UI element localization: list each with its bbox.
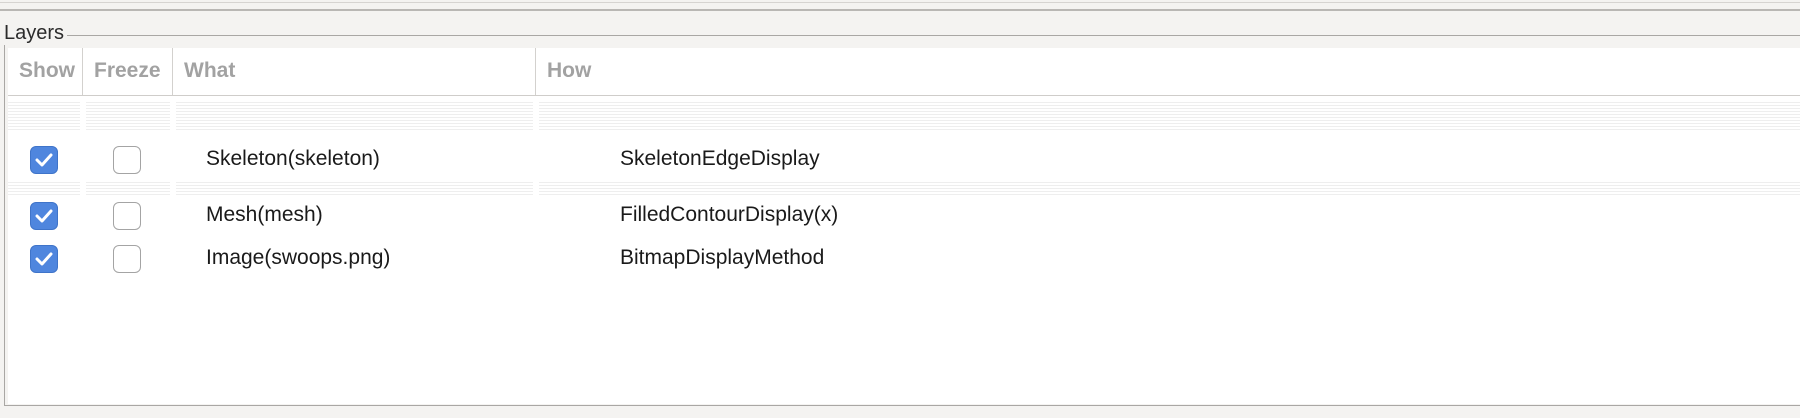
- table-row[interactable]: Image(swoops.png) BitmapDisplayMethod: [8, 238, 1800, 278]
- show-checkbox[interactable]: [30, 202, 58, 230]
- drop-target-band: [8, 102, 1800, 132]
- show-checkbox[interactable]: [30, 245, 58, 273]
- table-row[interactable]: Skeleton(skeleton) SkeletonEdgeDisplay: [8, 139, 1800, 179]
- layer-what: Skeleton(skeleton): [206, 147, 380, 170]
- checkmark-icon: [35, 153, 53, 167]
- column-header-how[interactable]: How: [536, 48, 1800, 95]
- column-header-what[interactable]: What: [173, 48, 535, 95]
- freeze-checkbox[interactable]: [113, 146, 141, 174]
- table-row[interactable]: Mesh(mesh) FilledContourDisplay(x): [8, 195, 1800, 235]
- layer-how: SkeletonEdgeDisplay: [620, 147, 820, 170]
- layers-table[interactable]: Show Freeze What How Skeleton(skeleton) …: [8, 48, 1800, 404]
- table-header: Show Freeze What How: [8, 48, 1800, 96]
- layer-what: Image(swoops.png): [206, 246, 391, 269]
- layer-how: FilledContourDisplay(x): [620, 203, 839, 226]
- checkmark-icon: [35, 209, 53, 223]
- show-checkbox[interactable]: [30, 146, 58, 174]
- layer-how: BitmapDisplayMethod: [620, 246, 825, 269]
- freeze-checkbox[interactable]: [113, 202, 141, 230]
- layers-panel-title: Layers: [4, 21, 68, 45]
- checkmark-icon: [35, 252, 53, 266]
- column-header-freeze[interactable]: Freeze: [83, 48, 172, 95]
- freeze-checkbox[interactable]: [113, 245, 141, 273]
- layer-what: Mesh(mesh): [206, 203, 323, 226]
- column-header-show[interactable]: Show: [8, 48, 82, 95]
- top-divider: [0, 2, 1800, 3]
- drop-target-band: [8, 182, 1800, 196]
- top-divider-thick: [0, 9, 1800, 11]
